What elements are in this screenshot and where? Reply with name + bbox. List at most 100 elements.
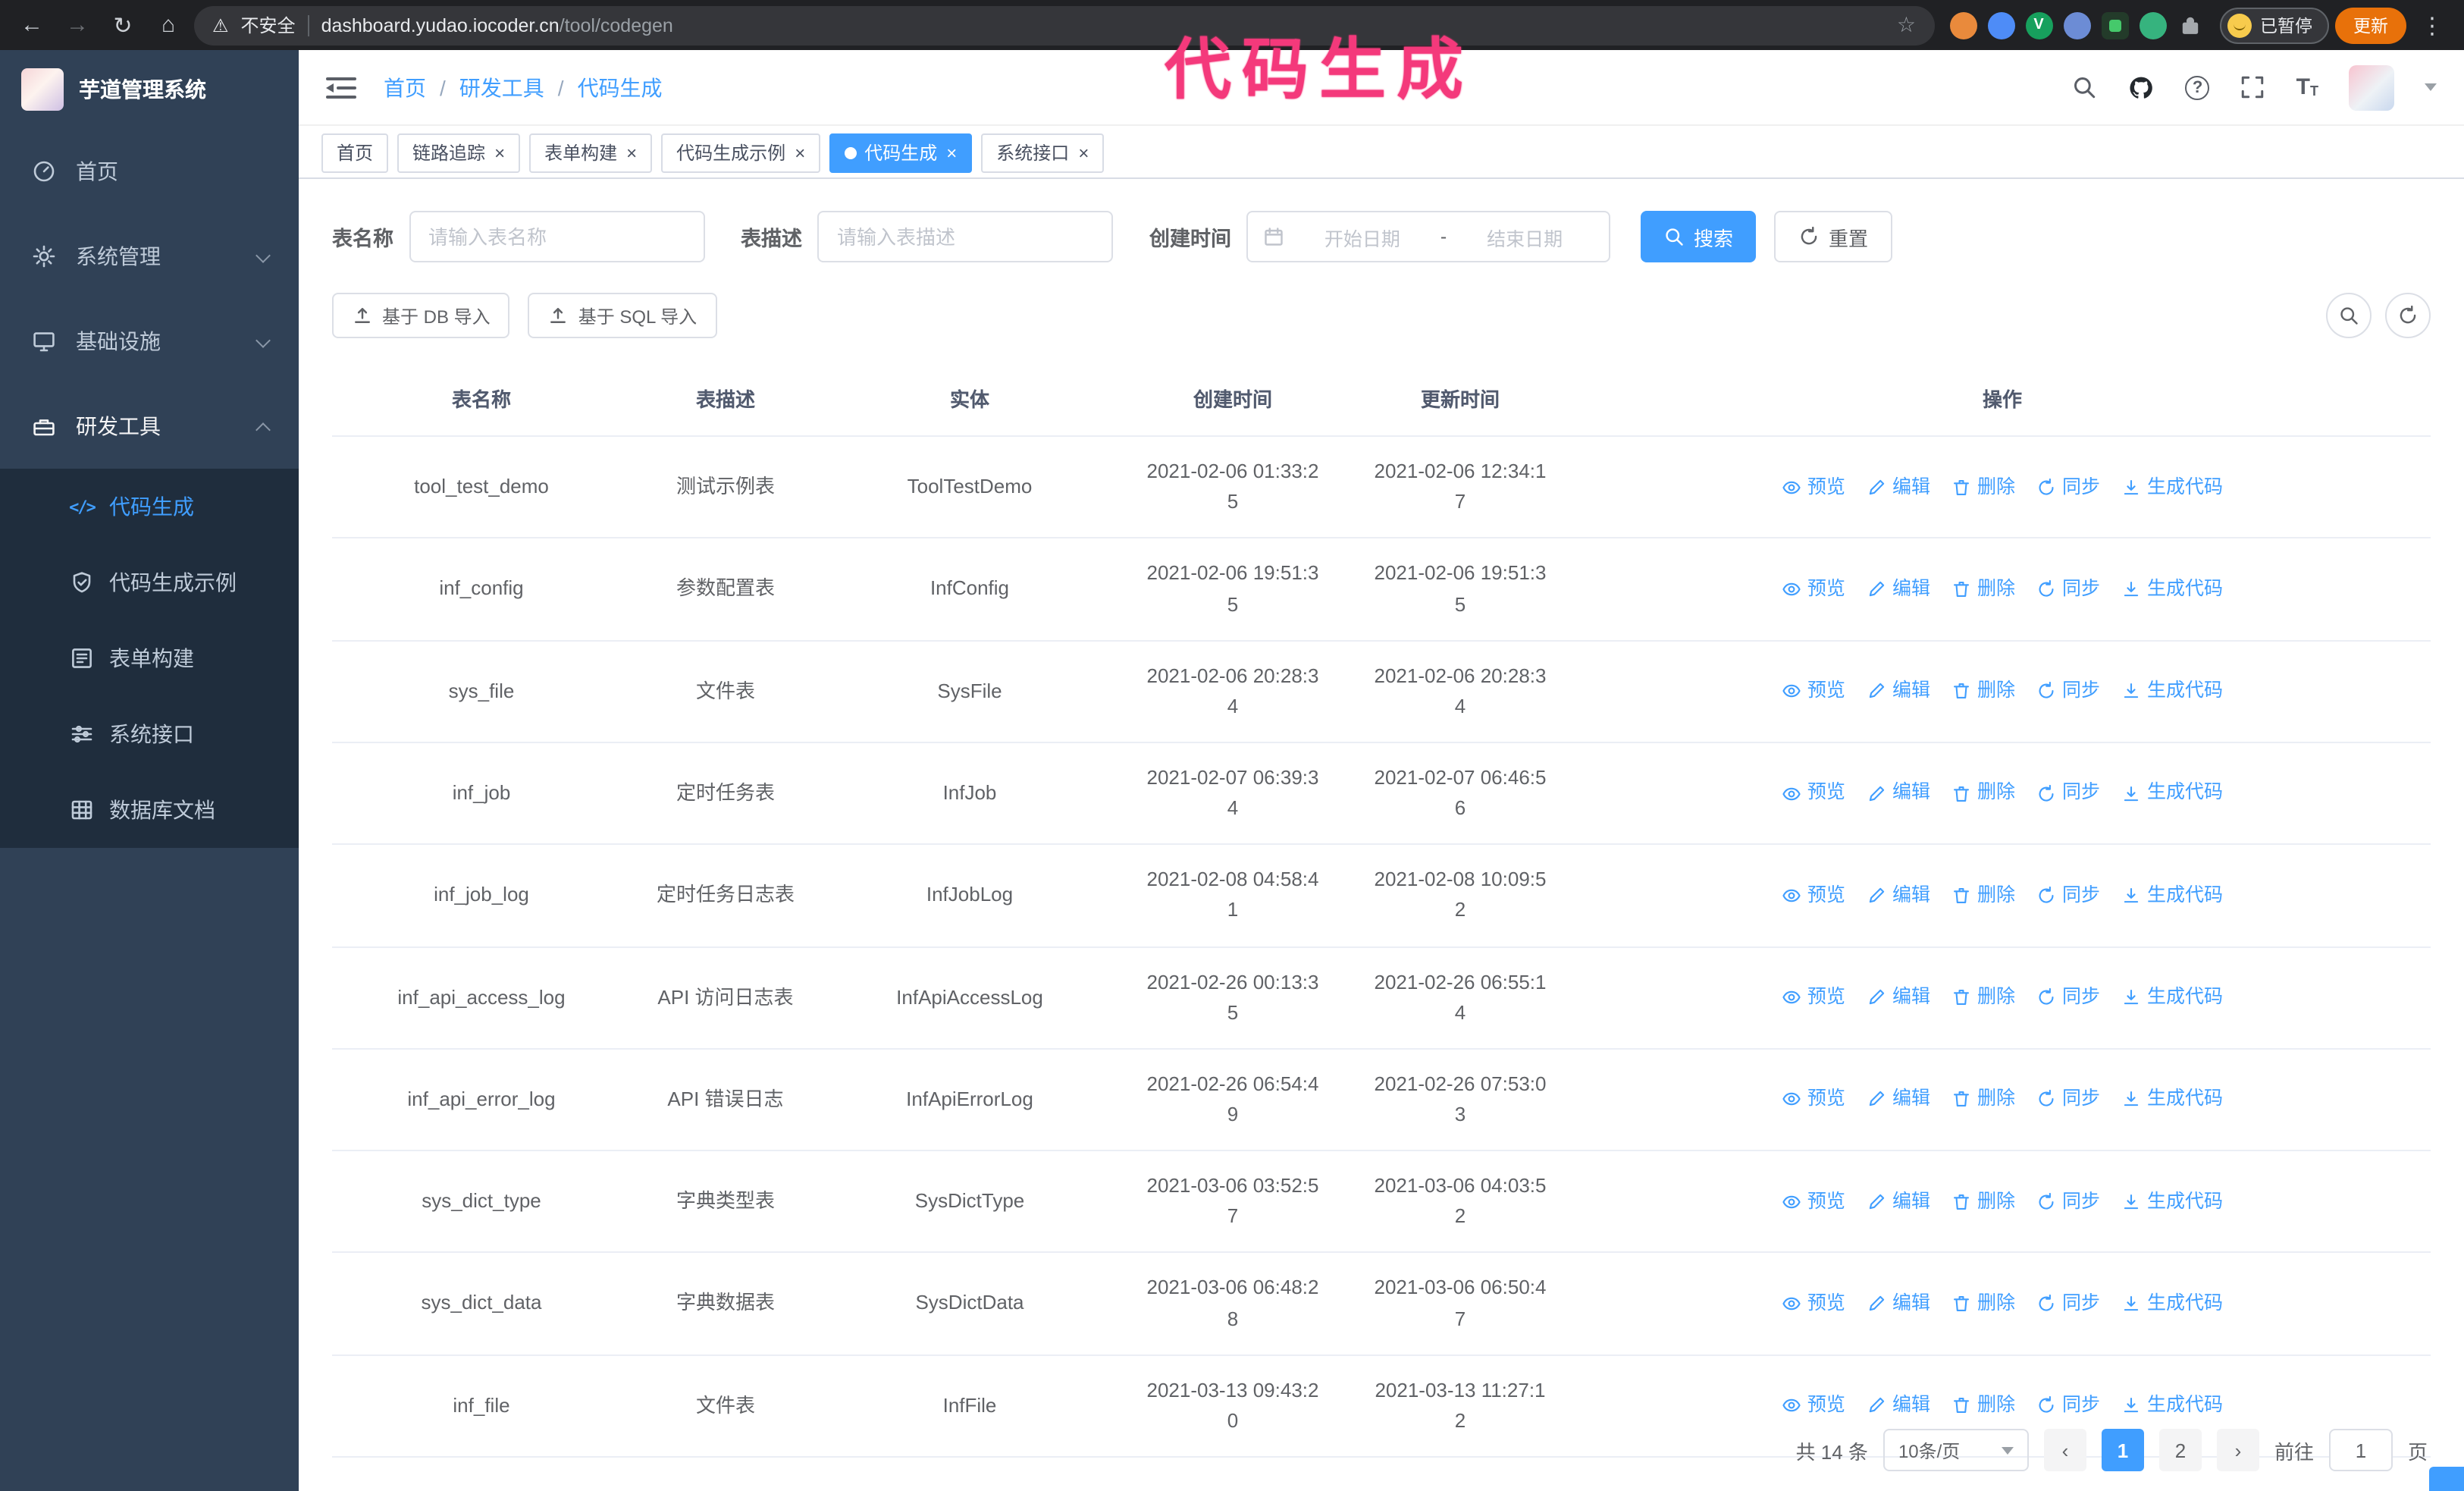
preview-link[interactable]: 预览 [1782, 472, 1845, 502]
generate-code-link[interactable]: 生成代码 [2121, 1187, 2223, 1216]
edit-link[interactable]: 编辑 [1867, 1289, 1930, 1319]
generate-code-link[interactable]: 生成代码 [2121, 676, 2223, 706]
preview-link[interactable]: 预览 [1782, 880, 1845, 910]
search-icon[interactable] [2072, 74, 2098, 100]
tab-api[interactable]: 系统接口 × [981, 133, 1105, 172]
avatar-dropdown-caret-icon[interactable] [2425, 83, 2437, 91]
browser-back-icon[interactable]: ← [12, 5, 52, 45]
tab-codegen-example[interactable]: 代码生成示例 × [661, 133, 821, 172]
delete-link[interactable]: 删除 [1951, 779, 2015, 808]
tab-tracing[interactable]: 链路追踪 × [397, 133, 521, 172]
app-logo-row[interactable]: 芋道管理系统 [0, 50, 299, 129]
reset-button[interactable]: 重置 [1774, 211, 1893, 262]
delete-link[interactable]: 删除 [1951, 983, 2015, 1012]
preview-link[interactable]: 预览 [1782, 1187, 1845, 1216]
user-avatar[interactable] [2349, 64, 2394, 110]
browser-update-button[interactable]: 更新 [2335, 7, 2406, 43]
create-time-range-picker[interactable]: 开始日期 - 结束日期 [1246, 211, 1610, 262]
browser-home-icon[interactable]: ⌂ [149, 5, 188, 45]
preview-link[interactable]: 预览 [1782, 1289, 1845, 1319]
extension-icon-1[interactable] [1949, 11, 1977, 39]
preview-link[interactable]: 预览 [1782, 676, 1845, 706]
sidebar-subitem-api[interactable]: 系统接口 [0, 696, 299, 772]
sync-link[interactable]: 同步 [2036, 1187, 2100, 1216]
tab-close-icon[interactable]: × [1078, 143, 1089, 162]
preview-link[interactable]: 预览 [1782, 575, 1845, 604]
generate-code-link[interactable]: 生成代码 [2121, 779, 2223, 808]
sync-link[interactable]: 同步 [2036, 1391, 2100, 1420]
tab-close-icon[interactable]: × [494, 143, 505, 162]
edit-link[interactable]: 编辑 [1867, 880, 1930, 910]
extension-icon-3[interactable]: V [2025, 11, 2052, 39]
delete-link[interactable]: 删除 [1951, 575, 2015, 604]
tab-close-icon[interactable]: × [626, 143, 637, 162]
extension-icon-5[interactable] [2101, 11, 2128, 39]
sync-link[interactable]: 同步 [2036, 575, 2100, 604]
edit-link[interactable]: 编辑 [1867, 1187, 1930, 1216]
delete-link[interactable]: 删除 [1951, 472, 2015, 502]
delete-link[interactable]: 删除 [1951, 1187, 2015, 1216]
edit-link[interactable]: 编辑 [1867, 779, 1930, 808]
sidebar-subitem-db-docs[interactable]: 数据库文档 [0, 772, 299, 848]
edit-link[interactable]: 编辑 [1867, 983, 1930, 1012]
generate-code-link[interactable]: 生成代码 [2121, 1289, 2223, 1319]
tab-home[interactable]: 首页 [321, 133, 389, 172]
sidebar-subitem-codegen[interactable]: </> 代码生成 [0, 469, 299, 545]
help-icon[interactable]: ? [2185, 75, 2210, 99]
generate-code-link[interactable]: 生成代码 [2121, 472, 2223, 502]
tab-close-icon[interactable]: × [946, 143, 957, 162]
table-desc-input[interactable] [817, 211, 1113, 262]
sync-link[interactable]: 同步 [2036, 1289, 2100, 1319]
delete-link[interactable]: 删除 [1951, 1085, 2015, 1115]
sync-link[interactable]: 同步 [2036, 880, 2100, 910]
sidebar-item-system[interactable]: 系统管理 [0, 214, 299, 299]
edit-link[interactable]: 编辑 [1867, 1085, 1930, 1115]
sync-link[interactable]: 同步 [2036, 676, 2100, 706]
tab-close-icon[interactable]: × [795, 143, 805, 162]
page-size-select[interactable]: 10条/页 [1882, 1429, 2029, 1471]
edit-link[interactable]: 编辑 [1867, 472, 1930, 502]
fullscreen-icon[interactable] [2240, 74, 2266, 100]
preview-link[interactable]: 预览 [1782, 983, 1845, 1012]
sidebar-item-infra[interactable]: 基础设施 [0, 299, 299, 384]
extension-icon-6[interactable] [2139, 11, 2166, 39]
browser-profile-chip[interactable]: 已暂停 [2219, 7, 2329, 43]
preview-link[interactable]: 预览 [1782, 1391, 1845, 1420]
page-button-2[interactable]: 2 [2158, 1429, 2202, 1471]
browser-forward-icon[interactable]: → [58, 5, 97, 45]
goto-page-input[interactable] [2328, 1429, 2393, 1471]
prev-page-button[interactable]: ‹ [2043, 1429, 2086, 1471]
next-page-button[interactable]: › [2216, 1429, 2259, 1471]
browser-reload-icon[interactable]: ↻ [103, 5, 143, 45]
github-icon[interactable] [2128, 74, 2155, 101]
sidebar-collapse-icon[interactable] [326, 74, 359, 101]
sync-link[interactable]: 同步 [2036, 983, 2100, 1012]
sidebar-subitem-form-builder[interactable]: 表单构建 [0, 620, 299, 696]
edit-link[interactable]: 编辑 [1867, 676, 1930, 706]
tab-codegen[interactable]: 代码生成 × [829, 133, 973, 172]
hide-search-button[interactable] [2326, 293, 2372, 338]
tab-form-builder[interactable]: 表单构建 × [529, 133, 653, 172]
generate-code-link[interactable]: 生成代码 [2121, 983, 2223, 1012]
page-button-1[interactable]: 1 [2101, 1429, 2144, 1471]
bookmark-star-icon[interactable]: ☆ [1897, 12, 1916, 38]
generate-code-link[interactable]: 生成代码 [2121, 1085, 2223, 1115]
generate-code-link[interactable]: 生成代码 [2121, 880, 2223, 910]
sync-link[interactable]: 同步 [2036, 1085, 2100, 1115]
edit-link[interactable]: 编辑 [1867, 575, 1930, 604]
sidebar-item-devtools[interactable]: 研发工具 [0, 384, 299, 469]
search-button[interactable]: 搜索 [1641, 211, 1757, 262]
generate-code-link[interactable]: 生成代码 [2121, 575, 2223, 604]
refresh-table-button[interactable] [2385, 293, 2431, 338]
edit-link[interactable]: 编辑 [1867, 1391, 1930, 1420]
browser-address-bar[interactable]: ⚠ 不安全 dashboard.yudao.iocoder.cn/tool/co… [194, 5, 1934, 45]
delete-link[interactable]: 删除 [1951, 880, 2015, 910]
sync-link[interactable]: 同步 [2036, 472, 2100, 502]
breadcrumb-home[interactable]: 首页 [384, 72, 426, 102]
import-sql-button[interactable]: 基于 SQL 导入 [528, 293, 717, 338]
delete-link[interactable]: 删除 [1951, 676, 2015, 706]
sidebar-item-home[interactable]: 首页 [0, 129, 299, 214]
font-size-icon[interactable]: TT [2296, 76, 2318, 99]
corner-widget[interactable] [2429, 1467, 2464, 1491]
preview-link[interactable]: 预览 [1782, 779, 1845, 808]
